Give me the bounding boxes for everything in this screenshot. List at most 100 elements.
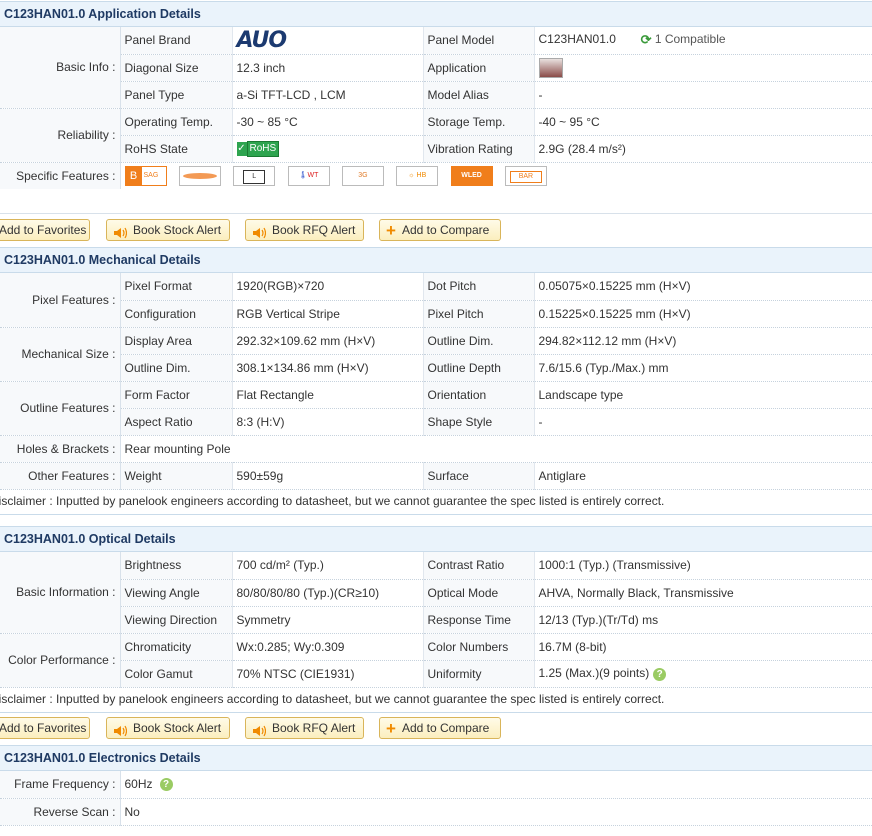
spec-value: 590±59g: [232, 462, 424, 490]
category-label: Specific Features :: [0, 162, 121, 189]
table-row: Basic Information : Brightness 700 cd/m²…: [0, 552, 872, 634]
spec-value: 80/80/80/80 (Typ.)(CR≥10): [232, 579, 424, 607]
panel-model-value: C123HAN01.0: [538, 32, 616, 47]
curved-icon[interactable]: [178, 165, 221, 186]
plus-icon: +: [386, 718, 396, 738]
table-row: Pixel Features : Pixel Format 1920(RGB)×…: [0, 273, 872, 328]
table-row: Aspect Ratio 8:3 (H:V) Shape Style -: [0, 408, 872, 436]
table-row: Diagonal Size 12.3 inch Application: [0, 54, 872, 82]
book-stock-alert-button[interactable]: Book Stock Alert: [106, 219, 230, 241]
table-row: Reverse Scan : No: [0, 798, 872, 826]
wide-temp-icon[interactable]: 🌡WT: [287, 165, 330, 186]
add-to-favorites-button[interactable]: Add to Favorites: [0, 717, 90, 739]
table-row: Outline Features : Form Factor Flat Rect…: [0, 381, 872, 436]
automotive-application-icon[interactable]: [538, 57, 563, 78]
category-label: Reliability :: [0, 108, 121, 163]
spec-label: Outline Depth: [423, 354, 535, 382]
table-row: Viewing Direction Symmetry Response Time…: [0, 606, 872, 634]
category-label: Outline Features :: [0, 381, 121, 436]
disclaimer-text: Disclaimer : Inputted by panelook engine…: [0, 686, 872, 713]
category-label: Basic Information :: [0, 552, 121, 634]
spec-label: Contrast Ratio: [423, 552, 535, 580]
table-row: Viewing Angle 80/80/80/80 (Typ.)(CR≥10) …: [0, 579, 872, 607]
table-row: Specific Features : B SAG L 🌡WT 3G ☼ HB W…: [0, 162, 872, 189]
speaker-icon: [252, 225, 267, 239]
high-brightness-icon[interactable]: ☼ HB: [396, 165, 439, 186]
book-stock-alert-button[interactable]: Book Stock Alert: [106, 717, 230, 739]
spec-label: RoHS State: [120, 135, 233, 163]
add-to-compare-button[interactable]: + Add to Compare: [379, 717, 501, 739]
plus-icon: +: [386, 220, 396, 240]
speaker-icon: [252, 723, 267, 737]
book-rfq-alert-button[interactable]: Book RFQ Alert: [245, 219, 364, 241]
spec-label: Vibration Rating: [423, 135, 535, 163]
spec-value: Rear mounting Pole: [120, 435, 872, 463]
spec-label: Operating Temp.: [120, 108, 233, 136]
spec-value: 70% NTSC (CIE1931): [232, 660, 424, 688]
auo-logo: AUO: [236, 27, 288, 53]
check-icon: ✓: [236, 141, 247, 156]
panel-brand-logo[interactable]: AUO: [232, 27, 424, 55]
speaker-icon: [113, 225, 128, 239]
spec-value: 294.82×112.12 mm (H×V): [534, 327, 872, 355]
3g-vibration-icon[interactable]: 3G: [341, 165, 384, 186]
disclaimer-text: Disclaimer : Inputted by panelook engine…: [0, 488, 872, 515]
wled-icon[interactable]: WLED: [450, 165, 493, 186]
add-to-favorites-button[interactable]: Add to Favorites: [0, 219, 90, 241]
spec-label: Storage Temp.: [423, 108, 535, 136]
action-buttons-row: Add to Favorites Book Stock Alert Book R…: [0, 214, 872, 246]
add-to-compare-button[interactable]: + Add to Compare: [379, 219, 501, 241]
help-icon[interactable]: ?: [653, 667, 667, 681]
application-details-header: C123HAN01.0 Application Details: [0, 1, 872, 27]
action-buttons-row: Add to Favorites Book Stock Alert Book R…: [0, 712, 872, 744]
spec-label: Viewing Angle: [120, 579, 233, 607]
spec-label: Outline Dim.: [423, 327, 535, 355]
spec-value: Landscape type: [534, 381, 872, 409]
spec-value: 16.7M (8-bit): [534, 633, 872, 661]
category-label: Basic Info :: [0, 27, 121, 109]
table-row: Color Performance : Chromaticity Wx:0.28…: [0, 633, 872, 688]
spec-value: 1000:1 (Typ.) (Transmissive): [534, 552, 872, 580]
optical-details-table: Basic Information : Brightness 700 cd/m²…: [0, 552, 872, 688]
book-rfq-alert-button[interactable]: Book RFQ Alert: [245, 717, 364, 739]
spec-label: Orientation: [423, 381, 535, 409]
b-sag-icon[interactable]: B SAG: [124, 165, 167, 186]
spec-value: 292.32×109.62 mm (H×V): [232, 327, 424, 355]
spec-value: 1.25 (Max.)(9 points)?: [534, 660, 872, 688]
table-row: Holes & Brackets : Rear mounting Pole: [0, 435, 872, 463]
spec-value: AHVA, Normally Black, Transmissive: [534, 579, 872, 607]
table-row: Reliability : Operating Temp. -30 ~ 85 °…: [0, 108, 872, 163]
spec-label: Panel Type: [120, 81, 233, 109]
spec-value: 308.1×134.86 mm (H×V): [232, 354, 424, 382]
application-details-table: Basic Info : Panel Brand AUO Panel Model…: [0, 27, 872, 189]
spec-label: Response Time: [423, 606, 535, 634]
spec-value: Wx:0.285; Wy:0.309: [232, 633, 424, 661]
spec-value: C123HAN01.0 ⟳ 1 Compatible: [534, 27, 872, 55]
spec-label: Weight: [120, 462, 233, 490]
spec-label: Panel Model: [423, 27, 535, 55]
l-icon[interactable]: L: [233, 165, 276, 186]
table-row: Mechanical Size : Display Area 292.32×10…: [0, 327, 872, 382]
table-row: Outline Dim. 308.1×134.86 mm (H×V) Outli…: [0, 354, 872, 382]
spec-label: Model Alias: [423, 81, 535, 109]
category-label: Pixel Features :: [0, 273, 121, 328]
spec-label: Form Factor: [120, 381, 233, 409]
table-row: RoHS State ✓ RoHS Vibration Rating 2.9G (…: [0, 135, 872, 163]
spec-label: Panel Brand: [120, 27, 233, 55]
spec-value: 0.15225×0.15225 mm (H×V): [534, 300, 872, 328]
spec-value: -30 ~ 85 °C: [232, 108, 424, 136]
table-row: Other Features : Weight 590±59g Surface …: [0, 462, 872, 490]
spec-value: -40 ~ 95 °C: [534, 108, 872, 136]
spec-label: Chromaticity: [120, 633, 233, 661]
spec-label: Diagonal Size: [120, 54, 233, 82]
table-row: Configuration RGB Vertical Stripe Pixel …: [0, 300, 872, 328]
category-label: Frame Frequency :: [0, 771, 121, 799]
electronics-details-table: Frame Frequency : 60Hz? Reverse Scan : N…: [0, 771, 872, 826]
spec-value: 1920(RGB)×720: [232, 273, 424, 301]
spec-value: 8:3 (H:V): [232, 408, 424, 436]
spec-value: 12.3 inch: [232, 54, 424, 82]
bar-icon[interactable]: BAR: [504, 165, 547, 186]
help-icon[interactable]: ?: [159, 778, 173, 792]
compatible-link[interactable]: 1 Compatible: [655, 32, 726, 46]
spec-label: Color Numbers: [423, 633, 535, 661]
